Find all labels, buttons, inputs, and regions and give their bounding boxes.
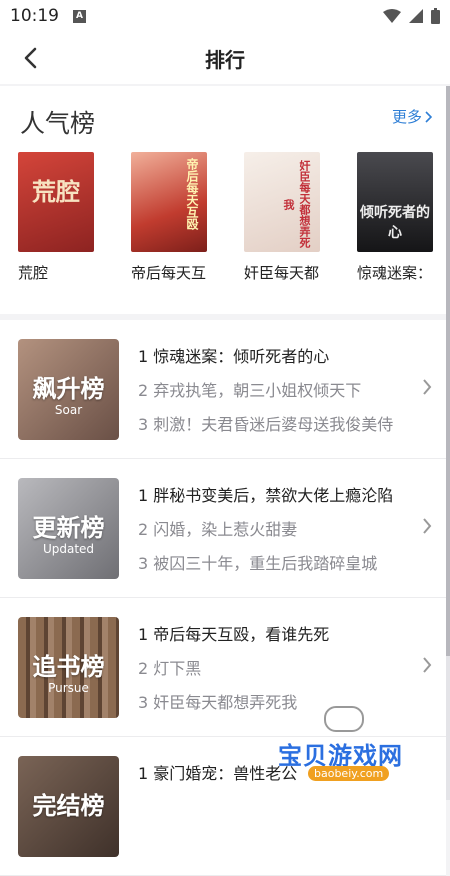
back-button[interactable]: [16, 44, 44, 72]
rank-item[interactable]: 3 刺激！夫君昏迷后婆母送我俊美侍: [138, 408, 408, 442]
cover-title: 荒腔: [32, 178, 80, 206]
rank-items: 1 惊魂迷案：倾听死者的心 2 弃戎执笔，朝三小姐权倾天下 3 刺激！夫君昏迷后…: [138, 340, 408, 442]
battery-icon: [431, 8, 440, 24]
chevron-right-icon: [423, 518, 432, 534]
wifi-icon: [383, 9, 401, 23]
book-cover: 荒腔: [18, 152, 94, 252]
book-cover: 帝后每天互殴: [131, 152, 207, 252]
rank-en: Pursue: [48, 681, 89, 695]
signal-icon: [409, 9, 423, 23]
chevron-right-icon: [423, 379, 432, 395]
book-card[interactable]: 荒腔 荒腔: [18, 152, 94, 283]
rank-thumbnail: 更新榜 Updated: [18, 478, 119, 579]
chevron-right-icon: [423, 657, 432, 673]
book-cover: 奸臣每天都想弄死我: [244, 152, 320, 252]
cover-title: 奸臣每天都想弄死我: [282, 160, 311, 248]
book-card[interactable]: 倾听死者的心 惊魂迷案：: [357, 152, 433, 283]
rank-items: 1 帝后每天互殴，看谁先死 2 灯下黑 3 奸臣每天都想弄死我: [138, 618, 408, 720]
rank-item[interactable]: 1 惊魂迷案：倾听死者的心: [138, 340, 408, 374]
rank-row-soar[interactable]: 飙升榜 Soar 1 惊魂迷案：倾听死者的心 2 弃戎执笔，朝三小姐权倾天下 3…: [0, 320, 446, 459]
book-card[interactable]: 奸臣每天都想弄死我 奸臣每天都: [244, 152, 320, 283]
gamepad-icon: [324, 706, 364, 732]
rank-thumbnail: 追书榜 Pursue: [18, 617, 119, 718]
rank-thumbnail: 飙升榜 Soar: [18, 339, 119, 440]
rank-item[interactable]: 2 闪婚，染上惹火甜妻: [138, 513, 408, 547]
rank-item[interactable]: 3 被囚三十年，重生后我踏碎皇城: [138, 547, 408, 581]
rank-name: 更新榜: [32, 514, 105, 542]
rank-name: 追书榜: [32, 653, 105, 681]
book-card[interactable]: 帝后每天互殴 帝后每天互: [131, 152, 207, 283]
book-carousel: 荒腔 荒腔 帝后每天互殴 帝后每天互 奸臣每天都想弄死我 奸臣每天都 倾听死者的…: [18, 152, 433, 283]
rank-row-updated[interactable]: 更新榜 Updated 1 胖秘书变美后，禁欲大佬上瘾沦陷 2 闪婚，染上惹火甜…: [0, 459, 446, 598]
ranking-list: 飙升榜 Soar 1 惊魂迷案：倾听死者的心 2 弃戎执笔，朝三小姐权倾天下 3…: [0, 320, 446, 876]
rank-name: 飙升榜: [32, 375, 105, 403]
rank-item[interactable]: 1 胖秘书变美后，禁欲大佬上瘾沦陷: [138, 479, 408, 513]
book-cover: 倾听死者的心: [357, 152, 433, 252]
rank-en: Updated: [42, 542, 95, 556]
book-title: 奸臣每天都: [244, 264, 320, 282]
scrollbar-thumb[interactable]: [446, 86, 450, 656]
cover-title: 帝后每天互殴: [185, 158, 199, 230]
status-icons: [383, 8, 440, 24]
status-bar: 10:19 A: [0, 0, 450, 32]
rank-name: 完结榜: [32, 792, 105, 820]
watermark: 宝贝游戏网 baobeiy.com: [278, 706, 423, 788]
book-title: 荒腔: [18, 264, 49, 282]
status-time: 10:19: [10, 6, 59, 26]
rank-item[interactable]: 2 灯下黑: [138, 652, 408, 686]
cover-title: 倾听死者的心: [360, 205, 430, 241]
rank-item[interactable]: 2 弃戎执笔，朝三小姐权倾天下: [138, 374, 408, 408]
more-label: 更多: [391, 108, 422, 126]
chevron-right-icon: [425, 110, 432, 123]
rank-thumbnail: 完结榜: [18, 756, 119, 857]
rank-items: 1 胖秘书变美后，禁欲大佬上瘾沦陷 2 闪婚，染上惹火甜妻 3 被囚三十年，重生…: [138, 479, 408, 581]
book-title: 帝后每天互: [131, 264, 207, 282]
book-title: 惊魂迷案：: [357, 264, 433, 282]
watermark-url: baobeiy.com: [308, 766, 390, 781]
top-nav: 排行: [0, 32, 450, 84]
rank-item[interactable]: 1 帝后每天互殴，看谁先死: [138, 618, 408, 652]
page-title: 排行: [205, 47, 245, 72]
chevron-left-icon: [24, 47, 37, 69]
rank-en: Soar: [54, 403, 83, 417]
notification-icon: A: [73, 9, 86, 23]
more-link[interactable]: 更多: [392, 106, 432, 127]
popular-section: 人气榜 更多 荒腔 荒腔 帝后每天互殴 帝后每天互 奸臣每天都想弄死我 奸臣每天…: [0, 86, 446, 314]
popular-title: 人气榜: [20, 109, 96, 138]
